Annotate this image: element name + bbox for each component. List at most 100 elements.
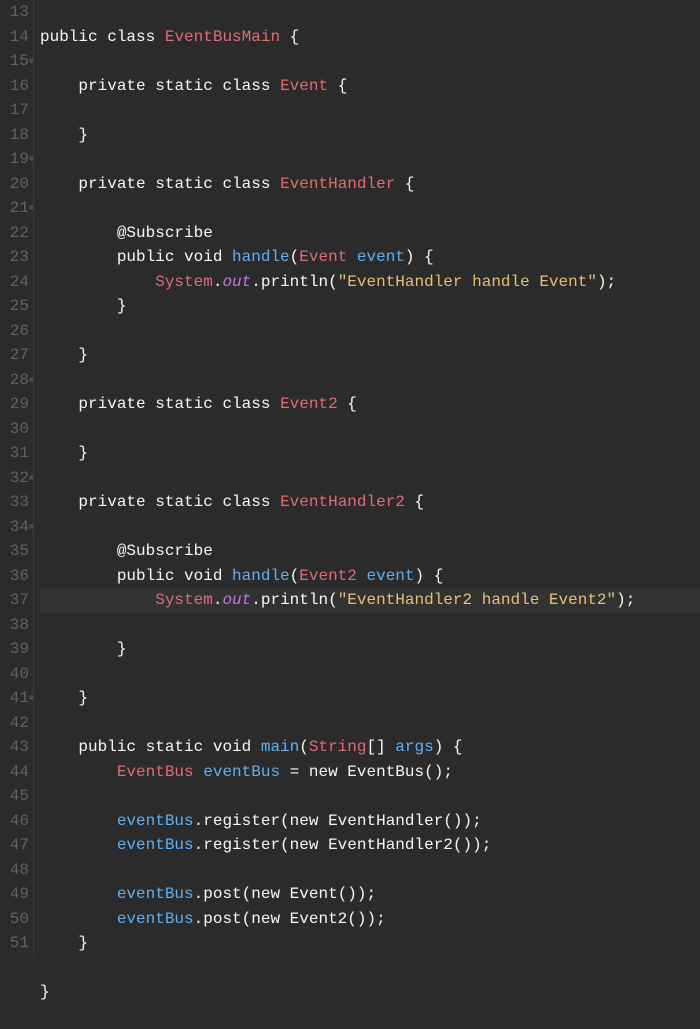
code-line[interactable]: } — [40, 126, 88, 144]
line-number: 45 — [2, 784, 29, 809]
code-line[interactable]: public class EventBusMain { — [40, 28, 299, 46]
punct: ; — [482, 836, 492, 854]
punct: . — [194, 812, 204, 830]
code-line[interactable]: eventBus.register(new EventHandler2()); — [40, 836, 491, 854]
type: Event — [299, 248, 347, 266]
line-number: 28 — [2, 368, 29, 393]
punct: ( — [290, 567, 300, 585]
ctor: EventBus — [347, 763, 424, 781]
code-line[interactable]: } — [40, 983, 50, 1001]
code-line-highlighted[interactable]: System.out.println("EventHandler2 handle… — [40, 588, 700, 613]
line-number: 37 — [2, 588, 29, 613]
keyword: new — [251, 910, 280, 928]
keyword: static — [146, 738, 204, 756]
string: "EventHandler handle Event" — [338, 273, 597, 291]
punct: . — [251, 273, 261, 291]
keyword: private — [78, 395, 145, 413]
keyword: private — [78, 175, 145, 193]
punct: ; — [367, 885, 377, 903]
code-line[interactable]: eventBus.post(new Event()); — [40, 885, 376, 903]
code-line[interactable]: } — [40, 444, 88, 462]
ctor: EventHandler — [328, 812, 443, 830]
punct: ) — [453, 812, 463, 830]
keyword: void — [213, 738, 251, 756]
code-line[interactable]: } — [40, 297, 126, 315]
punct: ; — [472, 812, 482, 830]
keyword: new — [290, 836, 319, 854]
line-number: 51 — [2, 931, 29, 956]
code-line[interactable]: public void handle(Event2 event) { — [40, 567, 443, 585]
keyword: void — [184, 248, 222, 266]
punct: } — [117, 640, 127, 658]
code-line[interactable]: } — [40, 346, 88, 364]
code-line[interactable]: private static class EventHandler2 { — [40, 493, 424, 511]
keyword: public — [117, 567, 175, 585]
punct: ; — [626, 591, 636, 609]
punct: { — [424, 248, 434, 266]
punct: } — [78, 934, 88, 952]
line-number: 36 — [2, 564, 29, 589]
punct: } — [78, 444, 88, 462]
code-line[interactable]: private static class Event2 { — [40, 395, 357, 413]
keyword: private — [78, 77, 145, 95]
code-editor[interactable]: 1314151617181920212223242526272829303132… — [0, 0, 700, 957]
line-number: 35 — [2, 539, 29, 564]
punct: ( — [338, 885, 348, 903]
code-line[interactable]: eventBus.register(new EventHandler()); — [40, 812, 482, 830]
code-line[interactable]: System.out.println("EventHandler handle … — [40, 273, 616, 291]
punct: ( — [443, 812, 453, 830]
keyword: private — [78, 493, 145, 511]
method: println — [261, 273, 328, 291]
type: System — [155, 273, 213, 291]
line-number: 49 — [2, 882, 29, 907]
code-area[interactable]: public class EventBusMain { private stat… — [34, 0, 700, 957]
punct: ( — [242, 885, 252, 903]
keyword: public — [78, 738, 136, 756]
line-number: 43 — [2, 735, 29, 760]
code-line[interactable]: private static class EventHandler { — [40, 175, 415, 193]
keyword: class — [222, 395, 270, 413]
punct: ) — [434, 738, 444, 756]
annotation: @Subscribe — [117, 224, 213, 242]
punct: . — [194, 836, 204, 854]
param: event — [357, 248, 405, 266]
keyword: static — [155, 175, 213, 193]
code-line[interactable]: private static class Event { — [40, 77, 347, 95]
keyword: class — [222, 493, 270, 511]
code-line[interactable]: public static void main(String[] args) { — [40, 738, 463, 756]
line-number: 19 — [2, 147, 29, 172]
line-number: 38 — [2, 613, 29, 638]
code-line[interactable]: public void handle(Event event) { — [40, 248, 434, 266]
method: register — [203, 836, 280, 854]
punct: . — [251, 591, 261, 609]
code-line[interactable]: } — [40, 640, 126, 658]
punct: { — [290, 28, 300, 46]
punct: = — [280, 763, 309, 781]
keyword: void — [184, 567, 222, 585]
code-line[interactable]: @Subscribe — [40, 224, 213, 242]
keyword: new — [251, 885, 280, 903]
line-number: 48 — [2, 858, 29, 883]
line-number: 46 — [2, 809, 29, 834]
punct: ) — [463, 812, 473, 830]
var: eventBus — [117, 885, 194, 903]
punct: ( — [280, 812, 290, 830]
punct: . — [194, 885, 204, 903]
class-name: EventHandler — [280, 175, 395, 193]
string: "EventHandler2 handle Event2" — [338, 591, 616, 609]
code-line[interactable]: @Subscribe — [40, 542, 213, 560]
code-line[interactable]: EventBus eventBus = new EventBus(); — [40, 763, 453, 781]
code-line[interactable]: } — [40, 934, 88, 952]
type: String — [309, 738, 367, 756]
var: eventBus — [117, 812, 194, 830]
class-name: Event — [280, 77, 328, 95]
punct: } — [40, 983, 50, 1001]
field: out — [222, 273, 251, 291]
line-number: 50 — [2, 907, 29, 932]
code-line[interactable]: eventBus.post(new Event2()); — [40, 910, 386, 928]
punct: ( — [299, 738, 309, 756]
punct: ( — [453, 836, 463, 854]
code-line[interactable]: } — [40, 689, 88, 707]
keyword: static — [155, 77, 213, 95]
line-number: 20 — [2, 172, 29, 197]
